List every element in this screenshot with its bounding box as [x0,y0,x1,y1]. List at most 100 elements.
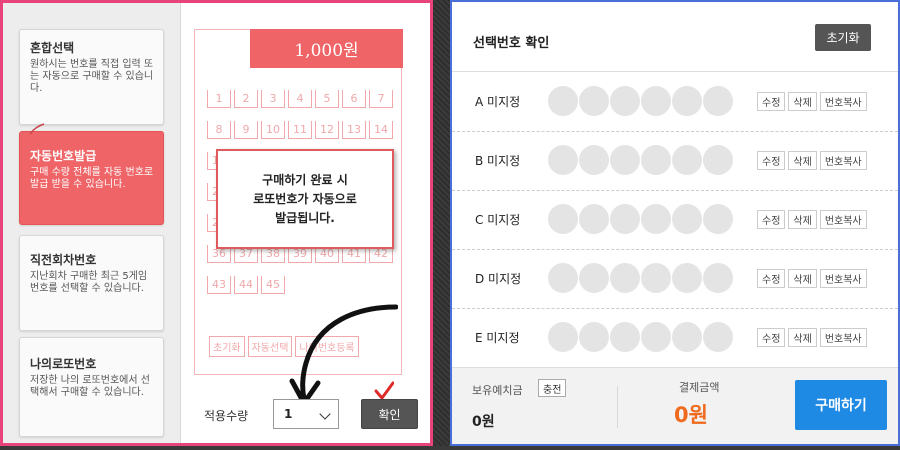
empty-number-ball [703,204,733,234]
number-cell[interactable]: 9 [234,121,258,139]
empty-number-ball [672,204,702,234]
payment-amount-value: 0원 [674,403,708,427]
apply-quantity-label: 적용수량 [204,409,249,423]
empty-number-ball [548,263,578,293]
number-cell[interactable]: 12 [315,121,339,139]
selected-numbers-title: 선택번호 확인 [473,36,550,51]
copy-numbers-button[interactable]: 번호복사 [819,210,867,229]
empty-number-ball [703,86,733,116]
number-cell[interactable]: 10 [261,121,285,139]
row-actions: 수정 삭제 번호복사 [757,210,867,229]
game-label: E 미지정 [475,331,520,345]
mode-previous-round[interactable]: 직전회차번호 지난회차 구매한 최근 5게임 번호를 선택할 수 있습니다. [19,235,164,331]
number-cell[interactable]: 4 [288,90,312,108]
mode-mixed-select[interactable]: 혼합선택 원하시는 번호를 직접 입력 또는 자동으로 구매할 수 있습니다. [19,29,164,125]
edit-button[interactable]: 수정 [757,210,786,229]
delete-button[interactable]: 삭제 [788,92,817,111]
confirm-button[interactable]: 확인 [361,399,418,429]
number-cell[interactable]: 6 [342,90,366,108]
empty-number-ball [672,322,702,352]
game-label: B 미지정 [475,154,521,168]
row-actions: 수정 삭제 번호복사 [757,269,867,288]
ticket-auto-button[interactable]: 자동선택 [247,336,293,357]
payment-amount-label: 결제금액 [679,381,720,394]
number-row: 36 37 38 39 40 41 42 [207,245,397,276]
quantity-value: 1 [284,407,293,421]
edit-button[interactable]: 수정 [757,269,786,288]
edit-button[interactable]: 수정 [757,92,786,111]
empty-number-ball [548,204,578,234]
number-cell[interactable]: 44 [234,276,258,294]
edit-button[interactable]: 수정 [757,328,786,347]
selected-numbers-header: 선택번호 확인 초기화 [452,2,898,72]
mode-desc: 구매 수량 전체를 자동 번호로 발급 받을 수 있습니다. [30,167,154,190]
empty-number-ball [641,145,671,175]
empty-number-ball [703,263,733,293]
game-row: D 미지정 수정 삭제 번호복사 [452,250,898,309]
empty-number-ball [672,86,702,116]
quantity-select[interactable]: 1 [273,399,339,429]
check-mark-icon [374,381,394,400]
mode-auto-issue[interactable]: 자동번호발급 구매 수량 전체를 자동 번호로 발급 받을 수 있습니다. [19,131,164,225]
buy-button[interactable]: 구매하기 [795,380,887,430]
number-balls [548,204,734,234]
charge-button[interactable]: 충전 [538,379,567,397]
mode-desc: 원하시는 번호를 직접 입력 또는 자동으로 구매할 수 있습니다. [30,59,154,94]
number-cell[interactable]: 5 [315,90,339,108]
mode-my-numbers[interactable]: 나의로또번호 저장한 나의 로또번호에서 선택해서 구매할 수 있습니다. [19,337,164,437]
delete-button[interactable]: 삭제 [788,328,817,347]
edit-button[interactable]: 수정 [757,151,786,170]
number-cell[interactable]: 13 [342,121,366,139]
popup-line: 구매하기 완료 시 [262,172,348,187]
copy-numbers-button[interactable]: 번호복사 [819,151,867,170]
number-cell[interactable]: 7 [369,90,393,108]
number-cell[interactable]: 45 [261,276,285,294]
payment-footer: 보유예치금 충전 0원 결제금액 0원 구매하기 [452,367,898,444]
balance-value: 0원 [472,414,495,430]
number-cell[interactable]: 14 [369,121,393,139]
number-cell[interactable]: 2 [234,90,258,108]
empty-number-ball [703,322,733,352]
selected-numbers-panel: 선택번호 확인 초기화 A 미지정 수정 삭제 번호복사 B 미지정 수정 삭제 번호복사 C … [450,0,900,446]
empty-number-ball [610,145,640,175]
empty-number-ball [610,204,640,234]
empty-number-ball [579,86,609,116]
empty-number-ball [579,263,609,293]
number-cell[interactable]: 3 [261,90,285,108]
number-cell[interactable]: 11 [288,121,312,139]
chevron-down-icon [319,408,331,420]
game-row: A 미지정 수정 삭제 번호복사 [452,73,898,132]
copy-numbers-button[interactable]: 번호복사 [819,92,867,111]
mode-desc: 저장한 나의 로또번호에서 선택해서 구매할 수 있습니다. [30,375,150,398]
empty-number-ball [579,322,609,352]
selection-mode-list: 혼합선택 원하시는 번호를 직접 입력 또는 자동으로 구매할 수 있습니다. … [3,3,181,443]
popup-line: 로또번호가 자동으로 [253,191,357,206]
copy-numbers-button[interactable]: 번호복사 [819,328,867,347]
empty-number-ball [641,263,671,293]
number-cell[interactable]: 1 [207,90,231,108]
empty-number-ball [610,86,640,116]
bottom-strip [0,446,900,450]
empty-number-ball [548,145,578,175]
number-cell[interactable]: 8 [207,121,231,139]
empty-number-ball [548,322,578,352]
number-balls [548,86,734,116]
ticket-reset-button[interactable]: 초기화 [209,336,245,357]
delete-button[interactable]: 삭제 [788,269,817,288]
game-row: B 미지정 수정 삭제 번호복사 [452,132,898,191]
delete-button[interactable]: 삭제 [788,151,817,170]
panel-divider [433,0,450,450]
delete-button[interactable]: 삭제 [788,210,817,229]
popup-line: 발급됩니다. [275,210,335,225]
reset-all-button[interactable]: 초기화 [815,24,871,51]
row-actions: 수정 삭제 번호복사 [757,151,867,170]
balance-label: 보유예치금 [472,384,523,397]
mode-title: 직전회차번호 [30,253,97,267]
number-cell[interactable]: 43 [207,276,231,294]
copy-numbers-button[interactable]: 번호복사 [819,269,867,288]
ticket-price: 1,000원 [250,29,403,68]
number-balls [548,322,734,352]
number-balls [548,145,734,175]
auto-issue-notice-popup: 구매하기 완료 시 로또번호가 자동으로 발급됩니다. [216,149,394,249]
empty-number-ball [703,145,733,175]
